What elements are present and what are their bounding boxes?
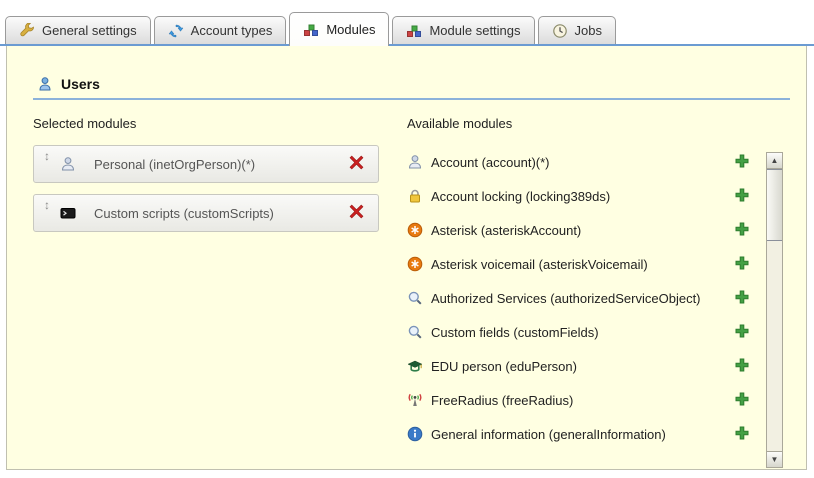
add-module-button[interactable]: [735, 188, 749, 205]
drag-handle-icon[interactable]: ↕: [34, 146, 60, 163]
selected-modules-column: Selected modules ↕ Personal (inetOrgPers…: [33, 116, 407, 451]
tab-label: General settings: [42, 23, 137, 38]
blocks-icon: [406, 23, 422, 39]
add-plus-icon: [735, 426, 749, 443]
tab-account-types[interactable]: Account types: [154, 16, 287, 44]
available-module-label: General information (generalInformation): [431, 427, 729, 442]
info-icon: [407, 426, 423, 442]
available-module-label: Account (account)(*): [431, 155, 729, 170]
available-module-label: Authorized Services (authorizedServiceOb…: [431, 291, 729, 306]
available-module-label: FreeRadius (freeRadius): [431, 393, 729, 408]
terminal-icon: [60, 205, 76, 221]
available-module-label: Asterisk (asteriskAccount): [431, 223, 729, 238]
add-plus-icon: [735, 256, 749, 273]
add-plus-icon: [735, 188, 749, 205]
tab-label: Modules: [326, 22, 375, 37]
available-module-label: EDU person (eduPerson): [431, 359, 729, 374]
add-module-button[interactable]: [735, 222, 749, 239]
available-module-label: Custom fields (customFields): [431, 325, 729, 340]
person-icon: [407, 154, 423, 170]
available-module-row: Custom fields (customFields): [407, 315, 749, 349]
page-title: Users: [37, 76, 806, 92]
scroll-down-button[interactable]: ▼: [767, 451, 782, 467]
scrollbar-thumb[interactable]: [767, 169, 782, 241]
tab-modules[interactable]: Modules: [289, 12, 389, 46]
tab-general-settings[interactable]: General settings: [5, 16, 151, 44]
modules-config-page: General settings Account types Modules M…: [0, 0, 814, 478]
selected-module-row: ↕ Personal (inetOrgPerson)(*): [33, 145, 379, 183]
available-module-row: EDU person (eduPerson): [407, 349, 749, 383]
remove-module-button[interactable]: [349, 155, 364, 173]
asterisk-icon: [407, 256, 423, 272]
available-modules-column: Available modules Account (account)(*) A…: [407, 116, 759, 451]
add-module-button[interactable]: [735, 290, 749, 307]
delete-x-icon: [349, 155, 364, 173]
selected-modules-heading: Selected modules: [33, 116, 407, 131]
tab-accent-line: [0, 44, 814, 46]
add-plus-icon: [735, 222, 749, 239]
add-module-button[interactable]: [735, 358, 749, 375]
available-module-row: Account (account)(*): [407, 145, 749, 179]
available-modules-scrollbar[interactable]: ▲ ▼: [766, 152, 783, 468]
tab-label: Jobs: [575, 23, 602, 38]
available-module-row: Account locking (locking389ds): [407, 179, 749, 213]
tab-jobs[interactable]: Jobs: [538, 16, 616, 44]
add-plus-icon: [735, 358, 749, 375]
selected-module-row: ↕ Custom scripts (customScripts): [33, 194, 379, 232]
tab-label: Account types: [191, 23, 273, 38]
antenna-icon: [407, 392, 423, 408]
tab-module-settings[interactable]: Module settings: [392, 16, 534, 44]
section-title-rule: [33, 98, 790, 100]
add-module-button[interactable]: [735, 154, 749, 171]
magnifier-icon: [407, 324, 423, 340]
available-module-row: General information (generalInformation): [407, 417, 749, 451]
add-plus-icon: [735, 324, 749, 341]
remove-module-button[interactable]: [349, 204, 364, 222]
add-module-button[interactable]: [735, 426, 749, 443]
available-modules-heading: Available modules: [407, 116, 759, 131]
tab-bar: General settings Account types Modules M…: [5, 4, 616, 44]
asterisk-icon: [407, 222, 423, 238]
add-module-button[interactable]: [735, 324, 749, 341]
blocks-icon: [303, 22, 319, 38]
lock-icon: [407, 188, 423, 204]
available-module-label: Account locking (locking389ds): [431, 189, 729, 204]
add-module-button[interactable]: [735, 392, 749, 409]
person-icon: [60, 156, 76, 172]
selected-module-label: Custom scripts (customScripts): [94, 206, 349, 221]
add-plus-icon: [735, 392, 749, 409]
user-icon: [37, 76, 53, 92]
available-module-row: Asterisk (asteriskAccount): [407, 213, 749, 247]
delete-x-icon: [349, 204, 364, 222]
available-module-row: FreeRadius (freeRadius): [407, 383, 749, 417]
add-module-button[interactable]: [735, 256, 749, 273]
add-plus-icon: [735, 154, 749, 171]
add-plus-icon: [735, 290, 749, 307]
available-module-row: Asterisk voicemail (asteriskVoicemail): [407, 247, 749, 281]
graduation-icon: [407, 358, 423, 374]
content-area: Users Selected modules ↕ Personal (inetO…: [6, 46, 807, 470]
scroll-up-button[interactable]: ▲: [767, 153, 782, 169]
wrench-icon: [19, 23, 35, 39]
selected-module-label: Personal (inetOrgPerson)(*): [94, 157, 349, 172]
section-title-label: Users: [61, 76, 100, 92]
tab-label: Module settings: [429, 23, 520, 38]
drag-handle-icon[interactable]: ↕: [34, 195, 60, 212]
module-columns: Selected modules ↕ Personal (inetOrgPers…: [33, 116, 806, 451]
clock-icon: [552, 23, 568, 39]
available-module-row: Authorized Services (authorizedServiceOb…: [407, 281, 749, 315]
magnifier-icon: [407, 290, 423, 306]
sync-icon: [168, 23, 184, 39]
available-module-label: Asterisk voicemail (asteriskVoicemail): [431, 257, 729, 272]
